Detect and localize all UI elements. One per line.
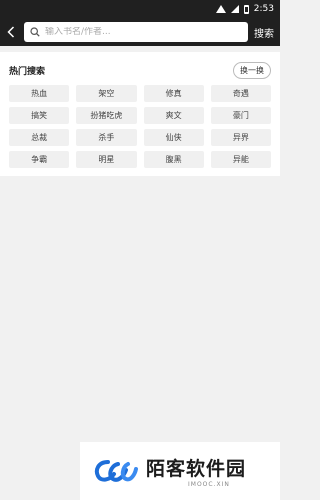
tag-item[interactable]: 架空 (76, 85, 137, 102)
tag-item[interactable]: 异能 (210, 151, 271, 168)
tag-item[interactable]: 热血 (9, 85, 70, 102)
watermark-text: 陌客软件园 IMOOC.XIN (146, 454, 246, 488)
watermark: 陌客软件园 IMOOC.XIN (80, 442, 280, 500)
search-button[interactable]: 搜索 (254, 25, 274, 40)
tag-item[interactable]: 搞笑 (9, 107, 70, 124)
back-button[interactable] (4, 22, 18, 42)
watermark-name: 陌客软件园 (146, 458, 247, 480)
tag-item[interactable]: 争霸 (9, 151, 70, 168)
tag-item[interactable]: 仙侠 (143, 129, 204, 146)
hot-search-section: 热门搜索 换一换 热血 架空 修真 奇遇 搞笑 扮猪吃虎 爽文 豪门 总裁 杀手… (0, 52, 280, 176)
watermark-logo-icon (94, 460, 138, 482)
tag-item[interactable]: 奇遇 (210, 85, 271, 102)
tag-item[interactable]: 腹黑 (143, 151, 204, 168)
tag-item[interactable]: 总裁 (9, 129, 70, 146)
status-time: 2:53 (253, 4, 274, 14)
search-input[interactable] (45, 27, 242, 37)
tag-item[interactable]: 豪门 (210, 107, 271, 124)
watermark-sub: IMOOC.XIN (188, 481, 230, 488)
tag-grid: 热血 架空 修真 奇遇 搞笑 扮猪吃虎 爽文 豪门 总裁 杀手 仙侠 异界 争霸… (9, 85, 271, 168)
tag-item[interactable]: 明星 (76, 151, 137, 168)
refresh-button[interactable]: 换一换 (233, 62, 271, 79)
tag-item[interactable]: 修真 (143, 85, 204, 102)
search-box[interactable] (24, 22, 248, 42)
tag-item[interactable]: 杀手 (76, 129, 137, 146)
status-bar: 2:53 (0, 0, 280, 18)
section-title: 热门搜索 (9, 67, 46, 77)
search-bar: 搜索 (0, 18, 280, 46)
hot-search-header: 热门搜索 换一换 (9, 62, 271, 79)
tag-item[interactable]: 异界 (210, 129, 271, 146)
chevron-left-icon (7, 26, 15, 38)
battery-icon (243, 4, 249, 14)
search-icon (30, 27, 40, 37)
wifi-icon (215, 5, 226, 13)
tag-item[interactable]: 扮猪吃虎 (76, 107, 137, 124)
signal-icon (230, 5, 239, 13)
tag-item[interactable]: 爽文 (143, 107, 204, 124)
